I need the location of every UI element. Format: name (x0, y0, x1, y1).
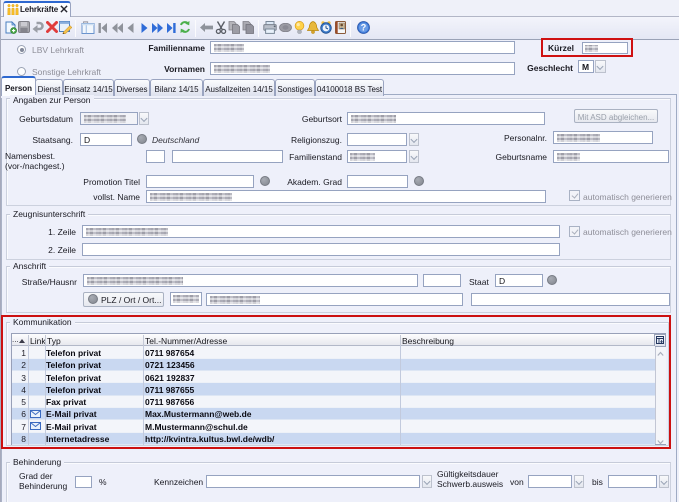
svg-text:?: ? (361, 23, 367, 33)
